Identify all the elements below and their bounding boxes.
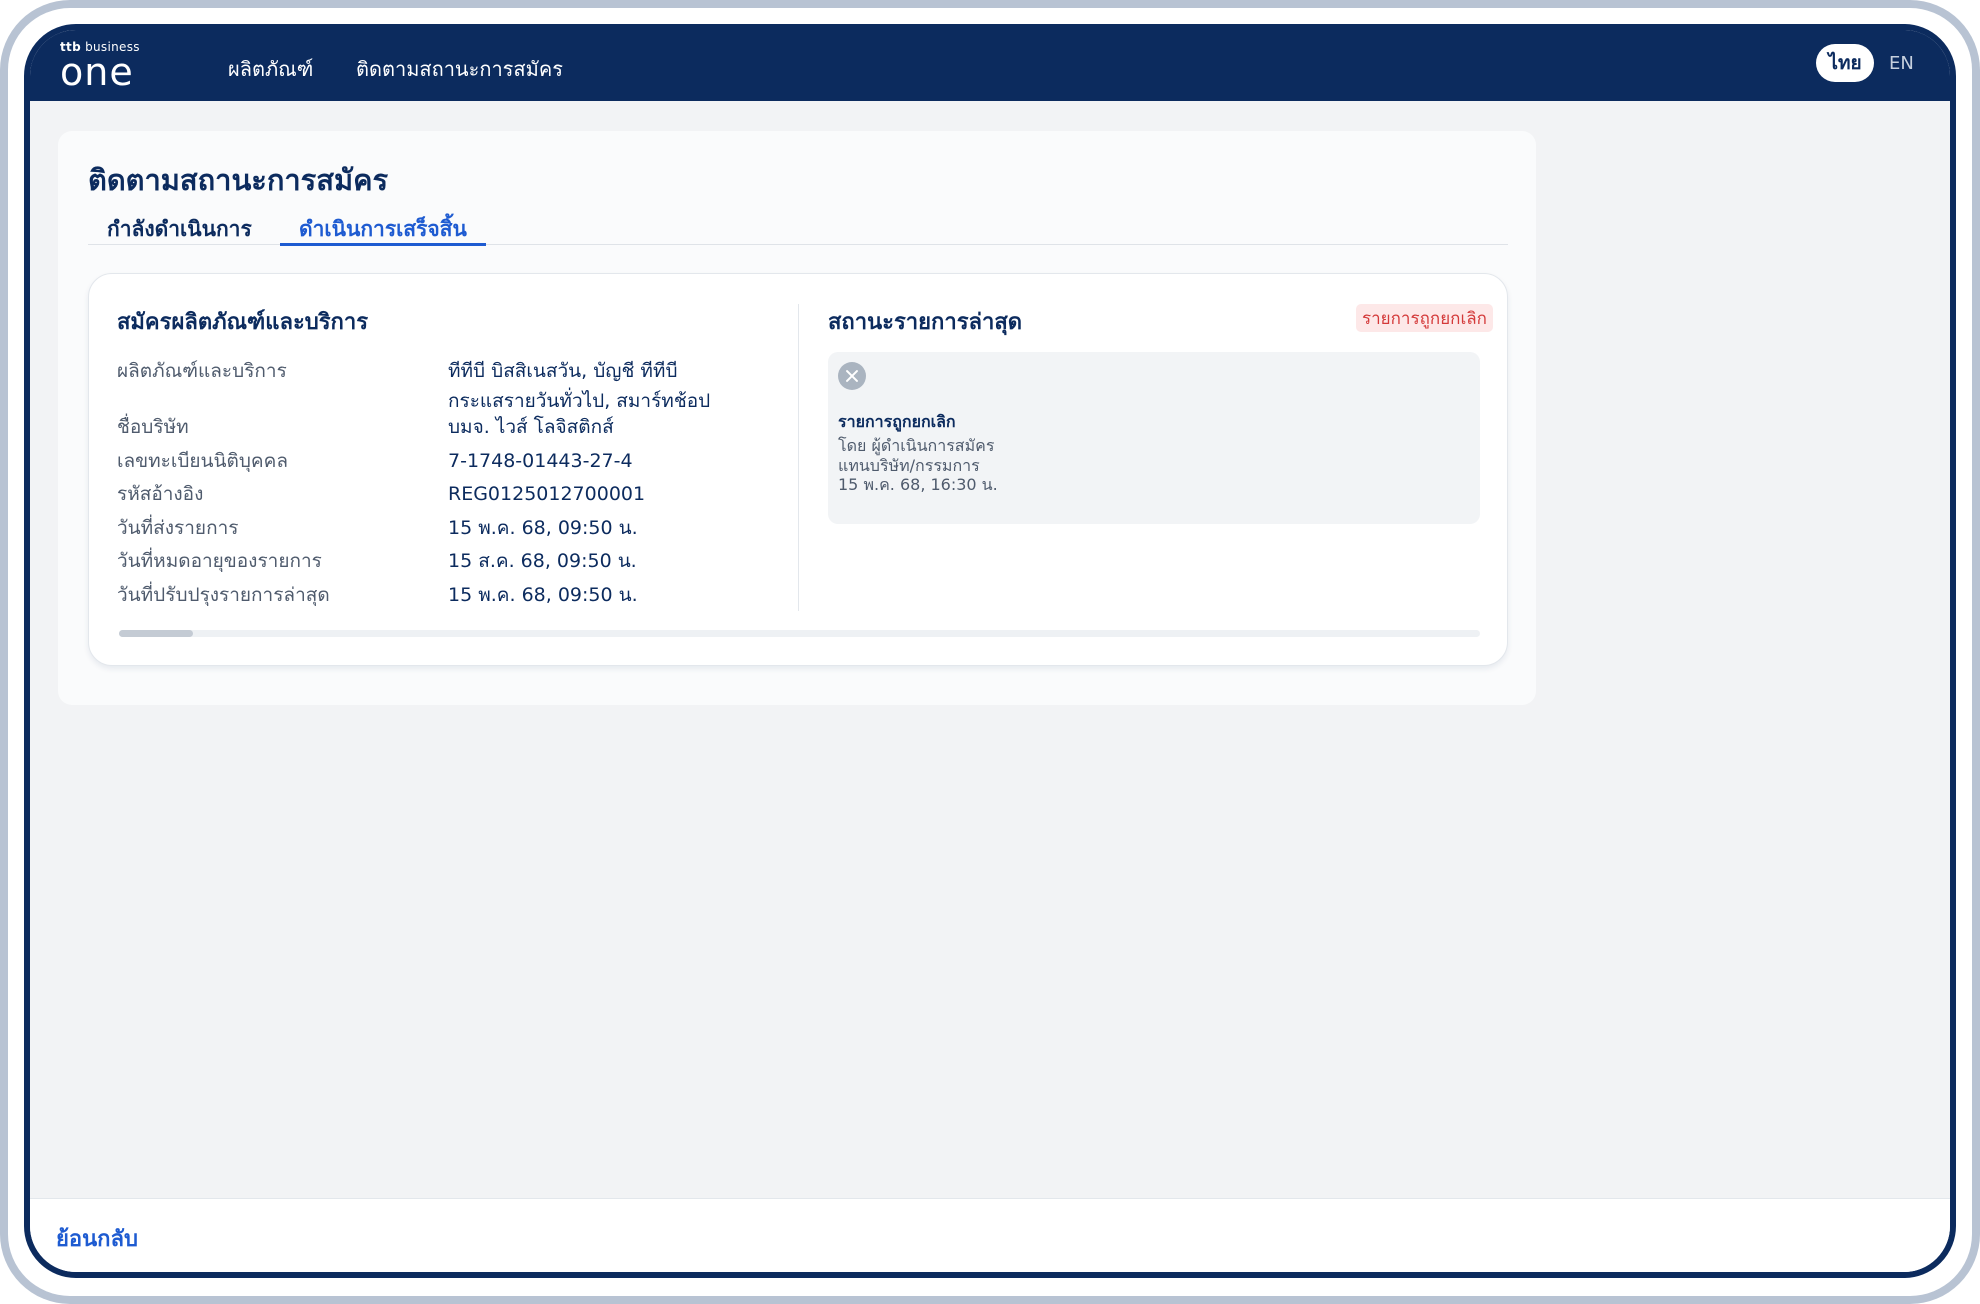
detail-label: เลขทะเบียนนิติบุคคล [117, 450, 288, 472]
detail-label: วันที่ปรับปรุงรายการล่าสุด [117, 584, 330, 606]
status-tabs: กำลังดำเนินการ ดำเนินการเสร็จสิ้น [88, 213, 1508, 246]
device-frame: ttb business one ผลิตภัณฑ์ ติดตามสถานะกา… [0, 0, 1980, 1304]
status-timestamp: 15 พ.ค. 68, 16:30 น. [838, 475, 998, 494]
status-section-title: สถานะรายการล่าสุด [828, 310, 1023, 335]
page-title: ติดตามสถานะการสมัคร [88, 163, 389, 197]
detail-label: วันที่หมดอายุของรายการ [117, 550, 322, 572]
horizontal-scrollbar[interactable] [119, 630, 1480, 637]
bottom-action-bar: ย้อนกลับ [30, 1198, 1950, 1272]
detail-value: 15 พ.ค. 68, 09:50 น. [448, 517, 638, 539]
device-bezel: ttb business one ผลิตภัณฑ์ ติดตามสถานะกา… [8, 8, 1972, 1296]
app-screen: ttb business one ผลิตภัณฑ์ ติดตามสถานะกา… [24, 24, 1956, 1278]
status-badge: รายการถูกยกเลิก [1356, 304, 1493, 332]
detail-value: REG0125012700001 [448, 483, 646, 505]
detail-value: 7-1748-01443-27-4 [448, 450, 633, 472]
ttb-business-one-logo[interactable]: ttb business one [60, 40, 160, 94]
column-divider [798, 304, 799, 611]
detail-label: ชื่อบริษัท [117, 416, 189, 438]
top-navigation-bar: ttb business one ผลิตภัณฑ์ ติดตามสถานะกา… [30, 30, 1950, 101]
tab-in-progress[interactable]: กำลังดำเนินการ [88, 213, 271, 245]
detail-value: ทีทีบี บิสสิเนสวัน, บัญชี ทีทีบี กระแสรา… [448, 360, 711, 412]
language-thai-button[interactable]: ไทย [1816, 44, 1874, 82]
application-section-title: สมัครผลิตภัณฑ์และบริการ [117, 310, 369, 335]
status-timeline-box: รายการถูกยกเลิก โดย ผู้ดำเนินการสมัคร แท… [828, 352, 1480, 524]
nav-products[interactable]: ผลิตภัณฑ์ [228, 53, 313, 85]
status-heading: รายการถูกยกเลิก [838, 412, 956, 431]
main-panel: ติดตามสถานะการสมัคร กำลังดำเนินการ ดำเนิ… [58, 131, 1536, 705]
logo-wordmark: one [60, 50, 134, 94]
close-circle-icon [838, 362, 866, 390]
nav-track-application[interactable]: ติดตามสถานะการสมัคร [356, 53, 563, 85]
detail-label: รหัสอ้างอิง [117, 483, 204, 505]
detail-label: ผลิตภัณฑ์และบริการ [117, 360, 287, 382]
detail-label: วันที่ส่งรายการ [117, 517, 239, 539]
language-english-button[interactable]: EN [1889, 53, 1914, 74]
tab-completed[interactable]: ดำเนินการเสร็จสิ้น [280, 213, 486, 246]
detail-value: 15 ส.ค. 68, 09:50 น. [448, 550, 637, 572]
detail-value: บมจ. ไวส์ โลจิสติกส์ [448, 416, 614, 438]
back-button[interactable]: ย้อนกลับ [56, 1221, 138, 1256]
application-card: สมัครผลิตภัณฑ์และบริการ ผลิตภัณฑ์และบริก… [88, 273, 1508, 666]
detail-value: 15 พ.ค. 68, 09:50 น. [448, 584, 638, 606]
scrollbar-thumb[interactable] [119, 630, 193, 637]
